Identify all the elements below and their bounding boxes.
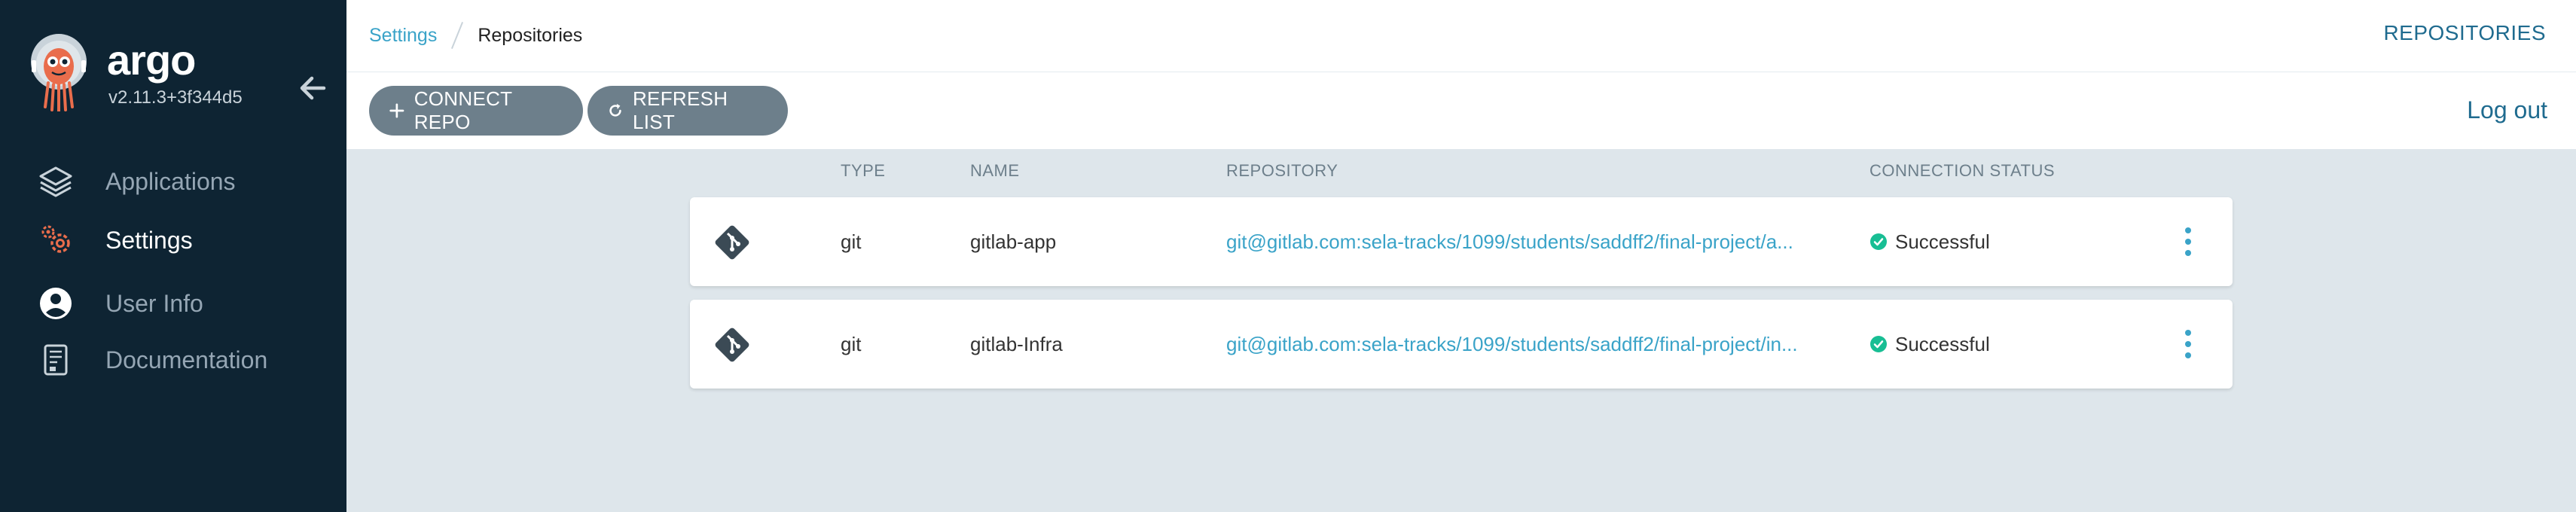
column-header-type: TYPE <box>841 161 886 180</box>
brand: argo v2.11.3+3f344d5 <box>29 33 326 116</box>
brand-name: argo <box>107 36 196 84</box>
argo-logo-icon <box>31 34 87 111</box>
connect-repo-button[interactable]: CONNECT REPO <box>369 86 583 136</box>
column-header-repository: REPOSITORY <box>1226 161 1338 180</box>
connection-status: Successful <box>1869 331 1990 357</box>
toolbar: CONNECT REPO REFRESH LIST Log out <box>346 72 2576 149</box>
repo-name: gitlab-Infra <box>970 333 1063 355</box>
repo-url[interactable]: git@gitlab.com:sela-tracks/1099/students… <box>1226 331 1821 357</box>
plus-icon <box>389 103 404 118</box>
sidebar: argo v2.11.3+3f344d5 Applications Settin… <box>0 0 346 512</box>
connection-status-text: Successful <box>1895 230 1990 253</box>
sidebar-item-label: User Info <box>105 290 203 317</box>
breadcrumb: Settings Repositories <box>369 21 582 50</box>
git-icon <box>715 328 749 362</box>
connection-status: Successful <box>1869 229 1990 254</box>
breadcrumb-separator <box>451 22 464 49</box>
check-circle-icon <box>1870 233 1887 250</box>
connect-repo-label: CONNECT REPO <box>414 87 512 133</box>
check-circle-icon <box>1870 336 1887 352</box>
sidebar-item-label: Documentation <box>105 346 268 373</box>
sidebar-item-documentation[interactable]: Documentation <box>0 332 346 385</box>
sidebar-item-settings[interactable]: Settings <box>0 212 346 265</box>
sidebar-item-user-info[interactable]: User Info <box>0 276 346 328</box>
page-title: REPOSITORIES <box>2383 21 2546 44</box>
brand-version: v2.11.3+3f344d5 <box>108 87 243 108</box>
more-actions-icon[interactable] <box>2177 224 2199 259</box>
table-header: TYPE NAME REPOSITORY CONNECTION STATUS <box>0 160 2576 182</box>
collapse-sidebar-arrow-icon[interactable] <box>294 69 331 107</box>
repo-type: git <box>841 333 862 355</box>
refresh-list-button[interactable]: REFRESH LIST <box>588 86 788 136</box>
book-icon <box>44 344 68 376</box>
repo-name: gitlab-app <box>970 230 1057 253</box>
sidebar-item-label: Settings <box>105 227 193 254</box>
repo-url[interactable]: git@gitlab.com:sela-tracks/1099/students… <box>1226 229 1821 254</box>
user-circle-icon <box>40 288 72 319</box>
gears-icon <box>41 225 70 253</box>
top-bar: Settings Repositories REPOSITORIES <box>346 0 2576 72</box>
repo-type: git <box>841 230 862 253</box>
refresh-icon <box>609 103 621 117</box>
connection-status-text: Successful <box>1895 333 1990 355</box>
refresh-list-label: REFRESH LIST <box>632 87 728 133</box>
table-row[interactable]: git gitlab-app git@gitlab.com:sela-track… <box>690 197 2233 286</box>
more-actions-icon[interactable] <box>2177 327 2199 361</box>
breadcrumb-settings-link[interactable]: Settings <box>369 23 437 47</box>
git-icon <box>715 225 749 260</box>
column-header-connection-status: CONNECTION STATUS <box>1869 161 2056 180</box>
breadcrumb-current: Repositories <box>478 25 583 46</box>
column-header-name: NAME <box>970 161 1020 180</box>
logout-link[interactable]: Log out <box>2467 95 2547 125</box>
table-row[interactable]: git gitlab-Infra git@gitlab.com:sela-tra… <box>690 300 2233 389</box>
